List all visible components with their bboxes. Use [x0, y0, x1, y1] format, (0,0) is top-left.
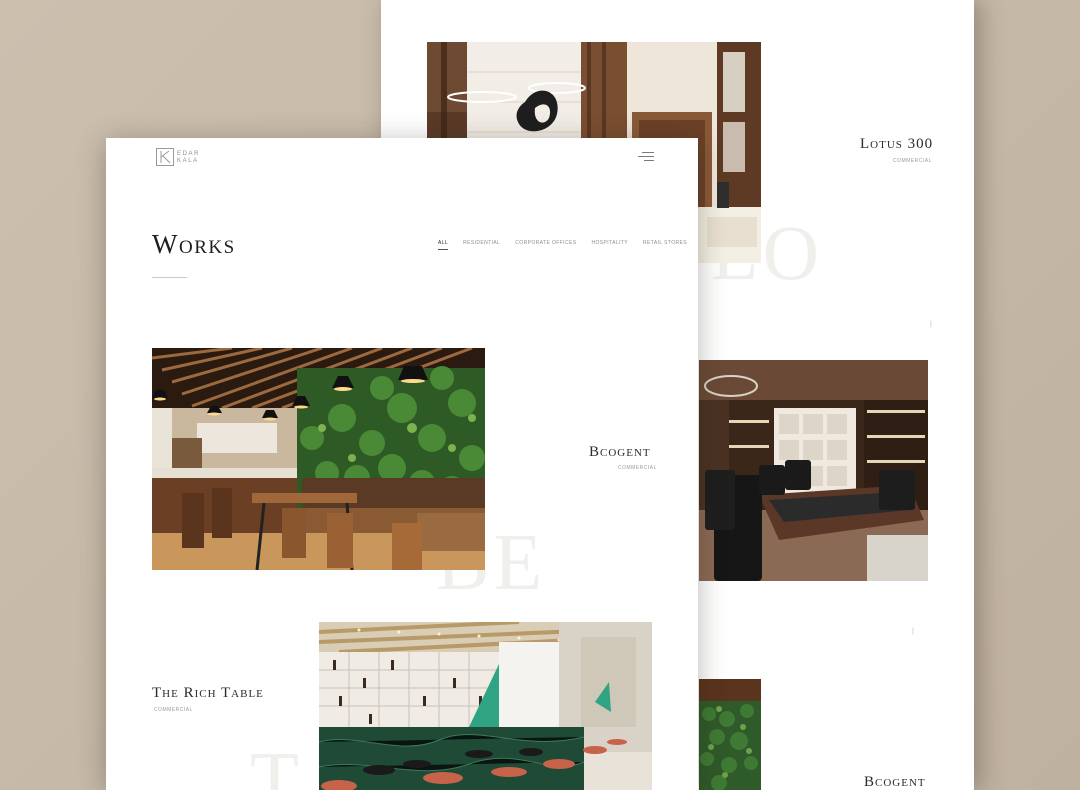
logo-text: EDAR KALA [177, 151, 222, 165]
filter-hospitality[interactable]: Hospitality [591, 240, 628, 246]
front-page: EDAR KALA Works All Residential Corporat… [106, 138, 698, 790]
ghost-letters-rich-table: T [250, 737, 303, 790]
project-title-bcogent[interactable]: Bcogent [589, 444, 651, 461]
category-filters: All Residential Corporate Offices Hospit… [438, 240, 698, 250]
project-category-lotus-300: Commercial [893, 158, 932, 164]
project-image-bcogent[interactable] [152, 348, 485, 570]
page-title: Works [152, 229, 236, 259]
project-image-rich-table[interactable] [319, 622, 652, 790]
project-title-rich-table[interactable]: The Rich Table [152, 685, 264, 702]
logo-line-2: KALA [177, 158, 199, 164]
menu-icon[interactable] [636, 152, 654, 162]
scroll-mark: | [912, 628, 915, 635]
project-category-rich-table: Commercial [154, 707, 193, 713]
scroll-mark: | [930, 321, 933, 328]
project-title-lotus-300[interactable]: Lotus 300 [860, 136, 933, 153]
project-image-bcogent-wall[interactable] [699, 679, 761, 790]
title-divider [152, 277, 187, 278]
project-image-conference-room[interactable] [699, 360, 928, 581]
filter-residential[interactable]: Residential [463, 240, 500, 246]
filter-corporate-offices[interactable]: Corporate Offices [515, 240, 576, 246]
filter-retail-stores[interactable]: Retail Stores [643, 240, 687, 246]
project-category-bcogent: Commercial [618, 465, 657, 471]
logo[interactable]: EDAR KALA [156, 148, 226, 168]
logo-line-1: EDAR [177, 151, 201, 157]
logo-mark [156, 148, 174, 166]
project-title-bcogent-back[interactable]: Bcogent [864, 774, 926, 790]
filter-all[interactable]: All [438, 240, 449, 250]
